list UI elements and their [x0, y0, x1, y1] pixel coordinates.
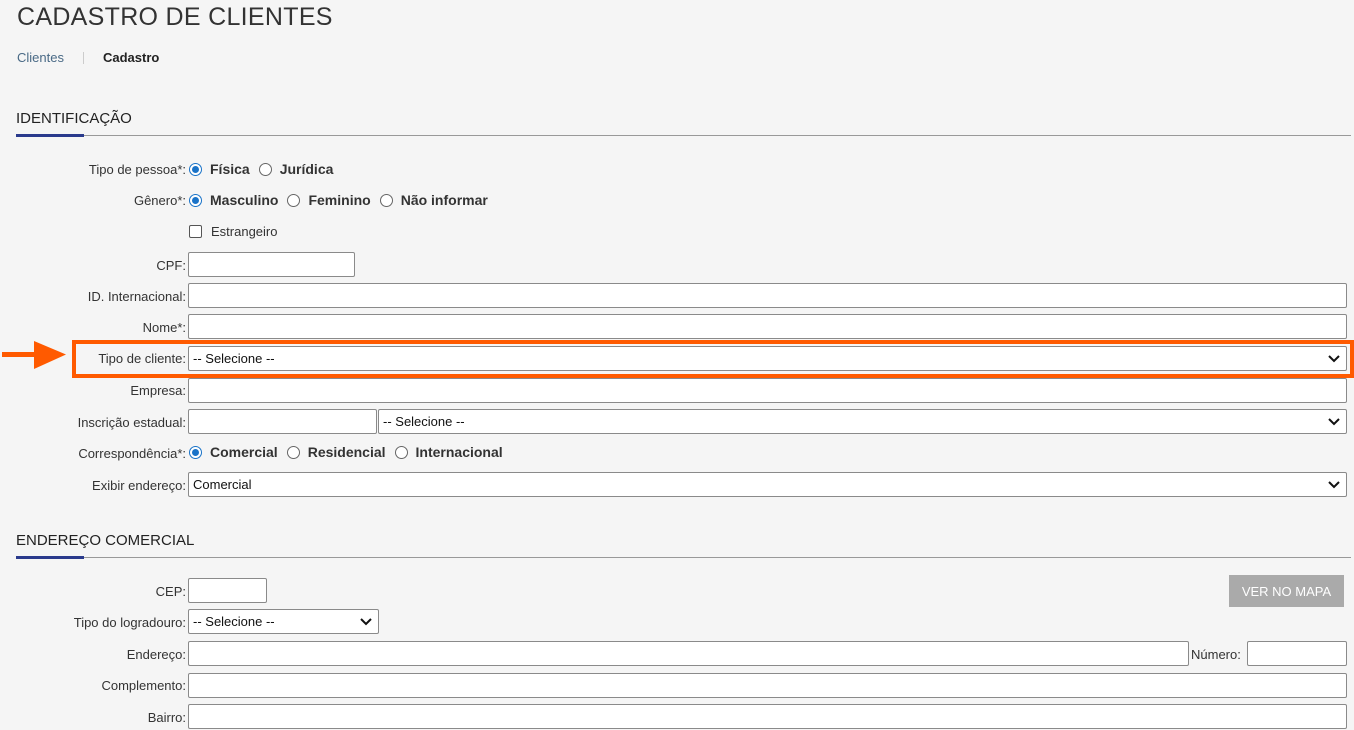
radio-masculino[interactable]: Masculino: [189, 192, 278, 208]
page-title: CADASTRO DE CLIENTES: [17, 3, 333, 31]
section-accent-bar: [16, 134, 84, 137]
section-accent-bar: [16, 556, 84, 559]
id-internacional-input[interactable]: [188, 283, 1347, 308]
section-identificacao-header: IDENTIFICAÇÃO: [16, 110, 1351, 137]
radio-comercial[interactable]: Comercial: [189, 444, 278, 460]
exibir-endereco-label: Exibir endereço:: [92, 478, 186, 493]
radio-icon[interactable]: [394, 445, 408, 459]
inscricao-estadual-uf-select[interactable]: -- Selecione --: [378, 409, 1347, 434]
correspondencia-label: Correspondência*:: [78, 446, 186, 461]
tipo-logradouro-select[interactable]: -- Selecione --: [188, 609, 379, 634]
select-value: Comercial: [193, 477, 252, 492]
radio-internacional[interactable]: Internacional: [394, 444, 503, 460]
radio-icon[interactable]: [189, 445, 202, 459]
radio-label: Jurídica: [279, 161, 334, 177]
radio-label: Masculino: [210, 192, 279, 208]
empresa-input[interactable]: [188, 378, 1347, 403]
numero-label: Número:: [1191, 647, 1241, 662]
breadcrumb: Clientes Cadastro: [17, 50, 159, 65]
empresa-label: Empresa:: [130, 383, 186, 398]
estrangeiro-checkbox[interactable]: Estrangeiro: [189, 224, 277, 239]
arrow-right-icon: [2, 341, 66, 369]
section-title: IDENTIFICAÇÃO: [16, 110, 132, 127]
radio-icon[interactable]: [258, 162, 272, 176]
chevron-down-icon: [1328, 481, 1340, 489]
radio-nao-informar[interactable]: Não informar: [379, 192, 488, 208]
inscricao-estadual-label: Inscrição estadual:: [77, 415, 186, 430]
correspondencia-radio-group: Comercial Residencial Internacional: [189, 444, 512, 460]
breadcrumb-clientes-link[interactable]: Clientes: [17, 50, 64, 65]
radio-label: Internacional: [415, 444, 503, 460]
nome-input[interactable]: [188, 314, 1347, 339]
section-title: ENDEREÇO COMERCIAL: [16, 532, 195, 549]
radio-label: Não informar: [400, 192, 488, 208]
ver-no-mapa-button[interactable]: VER NO MAPA: [1229, 575, 1344, 607]
breadcrumb-separator: [82, 51, 84, 64]
radio-residencial[interactable]: Residencial: [286, 444, 386, 460]
tipo-logradouro-label: Tipo do logradouro:: [73, 615, 186, 630]
radio-icon[interactable]: [287, 193, 301, 207]
nome-label: Nome*:: [142, 320, 186, 335]
radio-fisica[interactable]: Física: [189, 161, 250, 177]
tipo-pessoa-label: Tipo de pessoa*:: [88, 162, 186, 177]
breadcrumb-current: Cadastro: [102, 50, 160, 65]
inscricao-estadual-input[interactable]: [188, 409, 377, 434]
id-internacional-label: ID. Internacional:: [87, 289, 186, 304]
radio-icon[interactable]: [189, 193, 202, 207]
cpf-input[interactable]: [188, 252, 355, 277]
radio-juridica[interactable]: Jurídica: [258, 161, 334, 177]
chevron-down-icon: [360, 618, 372, 626]
tipo-pessoa-radio-group: Física Jurídica: [189, 161, 342, 177]
endereco-input[interactable]: [188, 641, 1189, 666]
genero-label: Gênero*:: [133, 193, 186, 208]
radio-icon[interactable]: [189, 162, 202, 176]
numero-input[interactable]: [1247, 641, 1347, 666]
radio-label: Feminino: [308, 192, 371, 208]
bairro-label: Bairro:: [147, 710, 186, 725]
genero-radio-group: Masculino Feminino Não informar: [189, 192, 497, 208]
checkbox-label: Estrangeiro: [211, 224, 278, 239]
checkbox-box[interactable]: [189, 225, 202, 238]
radio-label: Física: [210, 161, 250, 177]
chevron-down-icon: [1328, 418, 1340, 426]
bairro-input[interactable]: [188, 704, 1347, 729]
cep-label: CEP:: [155, 584, 186, 599]
radio-feminino[interactable]: Feminino: [287, 192, 371, 208]
cpf-label: CPF:: [156, 258, 186, 273]
radio-icon[interactable]: [286, 445, 300, 459]
complemento-input[interactable]: [188, 673, 1347, 698]
complemento-label: Complemento:: [101, 678, 186, 693]
endereco-label: Endereço:: [126, 647, 186, 662]
select-value: -- Selecione --: [193, 614, 275, 629]
select-value: -- Selecione --: [383, 414, 465, 429]
radio-icon[interactable]: [379, 193, 393, 207]
radio-label: Residencial: [307, 444, 386, 460]
radio-label: Comercial: [210, 444, 278, 460]
exibir-endereco-select[interactable]: Comercial: [188, 472, 1347, 497]
section-endereco-comercial-header: ENDEREÇO COMERCIAL: [16, 532, 1351, 559]
page: CADASTRO DE CLIENTES Clientes Cadastro I…: [0, 0, 1354, 730]
cep-input[interactable]: [188, 578, 267, 603]
highlight-box: [72, 340, 1354, 378]
